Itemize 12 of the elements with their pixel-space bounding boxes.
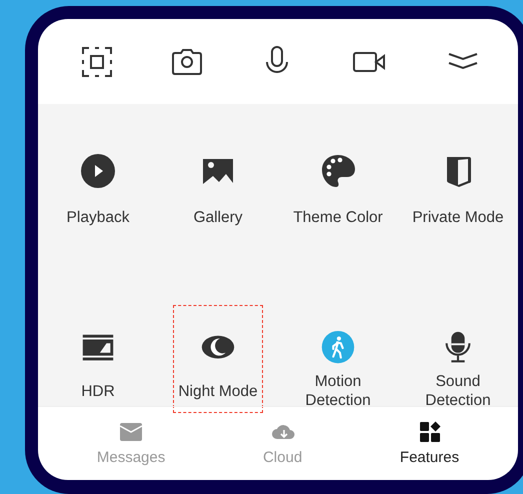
grid-icon xyxy=(418,421,442,443)
scan-icon[interactable] xyxy=(80,44,114,78)
feature-item[interactable]: Night Mode xyxy=(173,305,263,413)
feature-item[interactable]: Private Mode xyxy=(407,104,509,254)
feature-item[interactable]: HDR xyxy=(75,305,121,413)
feature-item[interactable]: Motion Detection xyxy=(278,305,398,413)
feature-item[interactable]: Playback xyxy=(62,104,134,254)
feature-item[interactable]: Gallery xyxy=(188,104,248,254)
feature-item[interactable]: Theme Color xyxy=(288,104,388,254)
feature-item[interactable]: Sound Detection xyxy=(398,305,518,413)
tab[interactable]: Features xyxy=(388,417,472,470)
envelope-icon xyxy=(119,421,144,443)
